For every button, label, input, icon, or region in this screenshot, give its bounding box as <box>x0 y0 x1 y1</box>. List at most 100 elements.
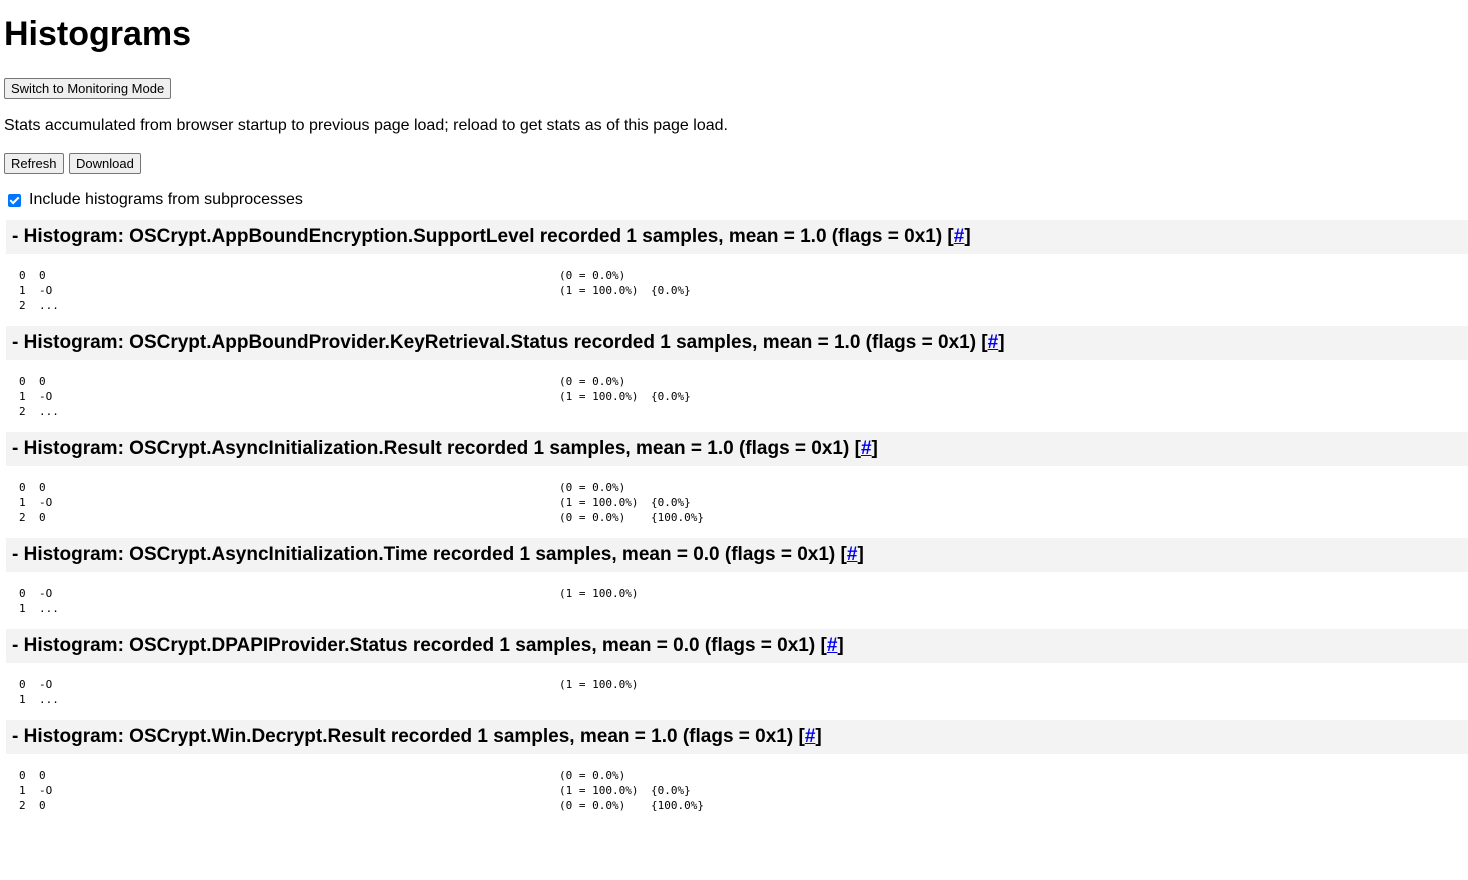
bucket-count: -O <box>39 587 53 600</box>
bucket-cumulative: {0.0%} <box>651 496 691 509</box>
histogram-anchor-link[interactable]: # <box>861 438 872 459</box>
histogram-title: - Histogram: OSCrypt.AsyncInitialization… <box>12 544 836 565</box>
histogram-header[interactable]: - Histogram: OSCrypt.AppBoundEncryption.… <box>6 220 1468 254</box>
histogram-row: 0 0 (0 = 0.0%) <box>19 768 1468 783</box>
bracket-open: [ <box>976 332 988 353</box>
histogram-section: - Histogram: OSCrypt.AsyncInitialization… <box>4 432 1468 538</box>
bucket-percentage: (1 = 100.0%) <box>559 678 639 691</box>
page-title: Histograms <box>4 15 192 53</box>
bucket-count: 0 <box>39 481 46 494</box>
bucket-label: 0 <box>19 587 26 600</box>
bucket-count: 0 <box>39 511 46 524</box>
bracket-open: [ <box>942 226 954 247</box>
bucket-count: 0 <box>39 269 46 282</box>
bracket-close: ] <box>837 635 844 656</box>
histogram-header[interactable]: - Histogram: OSCrypt.AppBoundProvider.Ke… <box>6 326 1468 360</box>
bucket-cumulative: {0.0%} <box>651 284 691 297</box>
bucket-percentage: (1 = 100.0%) <box>559 284 639 297</box>
bucket-label: 1 <box>19 496 26 509</box>
bucket-count: 0 <box>39 375 46 388</box>
download-button[interactable]: Download <box>68 153 141 174</box>
histogram-section: - Histogram: OSCrypt.Win.Decrypt.Result … <box>4 720 1468 826</box>
bucket-label: 1 <box>19 284 26 297</box>
histogram-body: 0 0 (0 = 0.0%) 1 -O (1 = 100.0%) {0.0%} 2... <box>19 268 1468 326</box>
histogram-title: - Histogram: OSCrypt.DPAPIProvider.Statu… <box>12 635 816 656</box>
histogram-body: 0 -O (1 = 100.0%) 1... <box>19 586 1468 629</box>
bracket-open: [ <box>835 544 847 565</box>
bucket-label: 0 <box>19 481 26 494</box>
bucket-count: ... <box>39 602 59 615</box>
histogram-header[interactable]: - Histogram: OSCrypt.DPAPIProvider.Statu… <box>6 629 1468 663</box>
monitor-row: Switch to Monitoring Mode <box>4 78 1468 99</box>
bucket-percentage: (0 = 0.0%) <box>559 511 626 524</box>
bucket-percentage: (0 = 0.0%) <box>559 375 626 388</box>
histogram-row: 2... <box>19 404 1468 419</box>
histogram-anchor-link[interactable]: # <box>954 226 965 247</box>
histogram-body: 0 -O (1 = 100.0%) 1... <box>19 677 1468 720</box>
bracket-close: ] <box>964 226 971 247</box>
bucket-label: 1 <box>19 693 26 706</box>
bucket-percentage: (1 = 100.0%) <box>559 390 639 403</box>
histogram-row: 1 -O (1 = 100.0%) {0.0%} <box>19 495 1468 510</box>
include-subprocesses-option: Include histograms from subprocesses <box>4 190 1468 210</box>
bucket-cumulative: {0.0%} <box>651 390 691 403</box>
histogram-header[interactable]: - Histogram: OSCrypt.AsyncInitialization… <box>6 538 1468 572</box>
histogram-section: - Histogram: OSCrypt.AppBoundProvider.Ke… <box>4 326 1468 432</box>
switch-monitoring-mode-button[interactable]: Switch to Monitoring Mode <box>4 78 172 99</box>
histogram-row: 1... <box>19 692 1468 707</box>
bucket-count: -O <box>39 284 53 297</box>
histogram-body: 0 0 (0 = 0.0%) 1 -O (1 = 100.0%) {0.0%} 2 0 (0 = … <box>19 768 1468 826</box>
histogram-list: - Histogram: OSCrypt.AppBoundEncryption.… <box>4 220 1468 826</box>
histogram-anchor-link[interactable]: # <box>805 726 816 747</box>
bracket-open: [ <box>849 438 861 459</box>
histogram-body: 0 0 (0 = 0.0%) 1 -O (1 = 100.0%) {0.0%} 2 0 (0 = … <box>19 480 1468 538</box>
bucket-count: -O <box>39 784 53 797</box>
bucket-cumulative: {100.0%} <box>651 799 704 812</box>
histogram-anchor-link[interactable]: # <box>988 332 999 353</box>
bucket-label: 0 <box>19 678 26 691</box>
bucket-count: 0 <box>39 769 46 782</box>
bucket-label: 1 <box>19 784 26 797</box>
bracket-close: ] <box>998 332 1005 353</box>
bucket-label: 2 <box>19 511 26 524</box>
bracket-close: ] <box>815 726 822 747</box>
histogram-row: 2 0 (0 = 0.0%) {100.0%} <box>19 798 1468 813</box>
actions-row: Refresh Download <box>4 153 1468 174</box>
histogram-section: - Histogram: OSCrypt.AppBoundEncryption.… <box>4 220 1468 326</box>
bucket-label: 2 <box>19 299 26 312</box>
bucket-count: -O <box>39 678 53 691</box>
histogram-row: 0 -O (1 = 100.0%) <box>19 677 1468 692</box>
histogram-section: - Histogram: OSCrypt.AsyncInitialization… <box>4 538 1468 629</box>
histogram-row: 0 -O (1 = 100.0%) <box>19 586 1468 601</box>
bucket-percentage: (1 = 100.0%) <box>559 496 639 509</box>
histogram-row: 1 -O (1 = 100.0%) {0.0%} <box>19 283 1468 298</box>
histogram-body: 0 0 (0 = 0.0%) 1 -O (1 = 100.0%) {0.0%} 2... <box>19 374 1468 432</box>
bucket-percentage: (1 = 100.0%) <box>559 587 639 600</box>
refresh-button[interactable]: Refresh <box>4 153 64 174</box>
histogram-title: - Histogram: OSCrypt.AsyncInitialization… <box>12 438 850 459</box>
bucket-count: -O <box>39 390 53 403</box>
bucket-percentage: (0 = 0.0%) <box>559 769 626 782</box>
histogram-anchor-link[interactable]: # <box>847 544 858 565</box>
bracket-open: [ <box>793 726 805 747</box>
histogram-row: 0 0 (0 = 0.0%) <box>19 480 1468 495</box>
histogram-row: 1... <box>19 601 1468 616</box>
bucket-label: 1 <box>19 602 26 615</box>
bucket-count: ... <box>39 693 59 706</box>
bucket-count: ... <box>39 405 59 418</box>
histogram-anchor-link[interactable]: # <box>827 635 838 656</box>
bucket-label: 0 <box>19 769 26 782</box>
histogram-header[interactable]: - Histogram: OSCrypt.Win.Decrypt.Result … <box>6 720 1468 754</box>
histograms-page: Histograms Switch to Monitoring Mode Sta… <box>0 0 1468 826</box>
histogram-row: 0 0 (0 = 0.0%) <box>19 374 1468 389</box>
include-subprocesses-label: Include histograms from subprocesses <box>29 191 303 208</box>
histogram-row: 1 -O (1 = 100.0%) {0.0%} <box>19 783 1468 798</box>
bucket-percentage: (0 = 0.0%) <box>559 269 626 282</box>
histogram-header[interactable]: - Histogram: OSCrypt.AsyncInitialization… <box>6 432 1468 466</box>
bucket-cumulative: {0.0%} <box>651 784 691 797</box>
bracket-close: ] <box>871 438 878 459</box>
bucket-label: 1 <box>19 390 26 403</box>
bucket-count: 0 <box>39 799 46 812</box>
include-subprocesses-checkbox[interactable] <box>8 193 21 207</box>
bucket-percentage: (0 = 0.0%) <box>559 799 626 812</box>
